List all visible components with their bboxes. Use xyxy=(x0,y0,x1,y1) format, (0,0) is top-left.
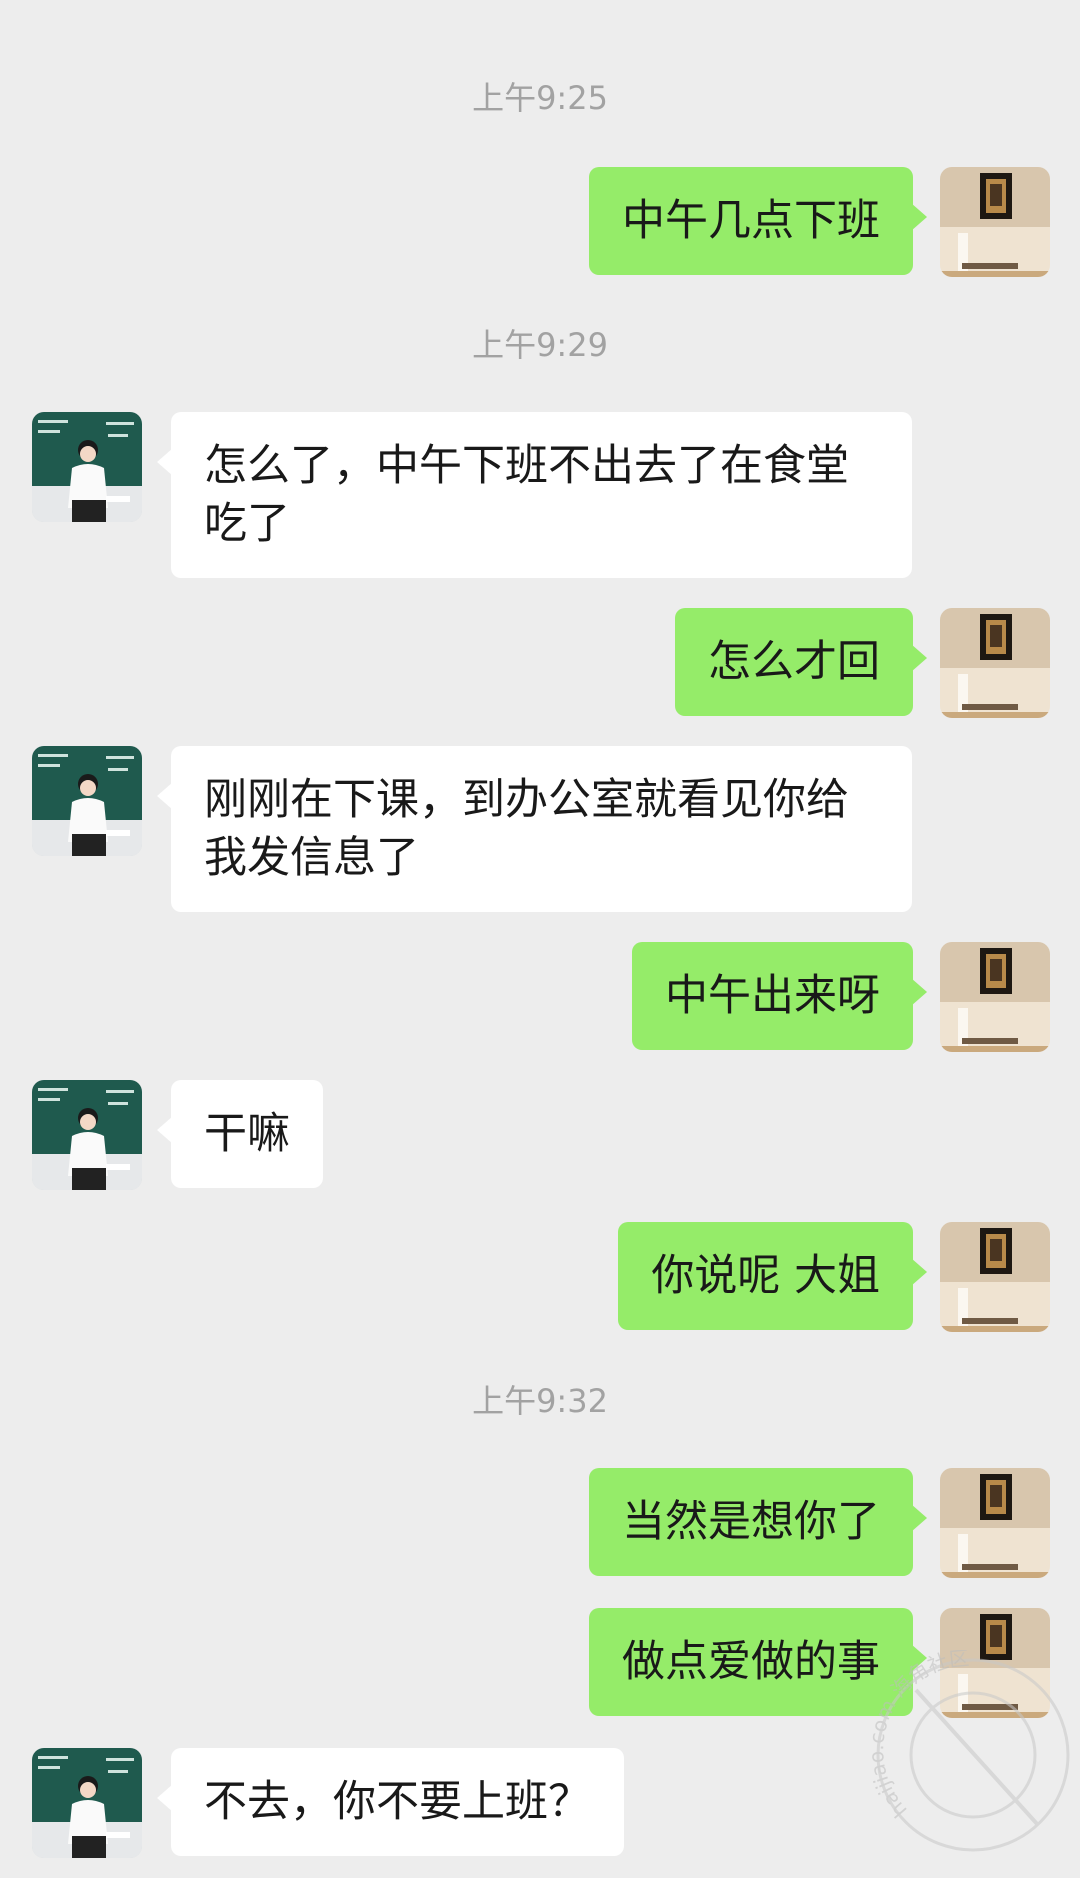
self-avatar[interactable] xyxy=(940,608,1050,718)
outgoing-message[interactable]: 中午出来呀 xyxy=(632,942,927,1050)
svg-text:haijiao.com 海角社区: haijiao.com 海角社区 xyxy=(868,1650,970,1823)
timestamp: 上午9:25 xyxy=(472,79,608,117)
self-avatar[interactable] xyxy=(940,1222,1050,1332)
outgoing-message[interactable]: 你说呢 大姐 xyxy=(618,1222,927,1330)
timestamp: 上午9:32 xyxy=(472,1382,608,1420)
self-avatar[interactable] xyxy=(940,167,1050,277)
outgoing-message[interactable]: 中午几点下班 xyxy=(589,167,927,275)
outgoing-message[interactable]: 做点爱做的事 xyxy=(589,1608,927,1716)
outgoing-message[interactable]: 怎么才回 xyxy=(675,608,927,716)
watermark-text: haijiao.com 海角社区 xyxy=(864,1646,970,1823)
self-avatar[interactable] xyxy=(940,942,1050,1052)
watermark-logo: haijiao.com 海角社区 xyxy=(864,1646,1078,1860)
incoming-message[interactable]: 怎么了，中午下班不出去了在食堂吃了 xyxy=(157,412,912,578)
contact-avatar[interactable] xyxy=(32,412,142,522)
self-avatar[interactable] xyxy=(940,1468,1050,1578)
contact-avatar[interactable] xyxy=(32,746,142,856)
outgoing-message[interactable]: 当然是想你了 xyxy=(589,1468,927,1576)
contact-avatar[interactable] xyxy=(32,1080,142,1190)
timestamp: 上午9:29 xyxy=(472,326,608,364)
incoming-message[interactable]: 不去，你不要上班？ xyxy=(157,1748,624,1856)
incoming-message[interactable]: 刚刚在下课，到办公室就看见你给我发信息了 xyxy=(157,746,912,912)
incoming-message[interactable]: 干嘛 xyxy=(157,1080,323,1188)
contact-avatar[interactable] xyxy=(32,1748,142,1858)
